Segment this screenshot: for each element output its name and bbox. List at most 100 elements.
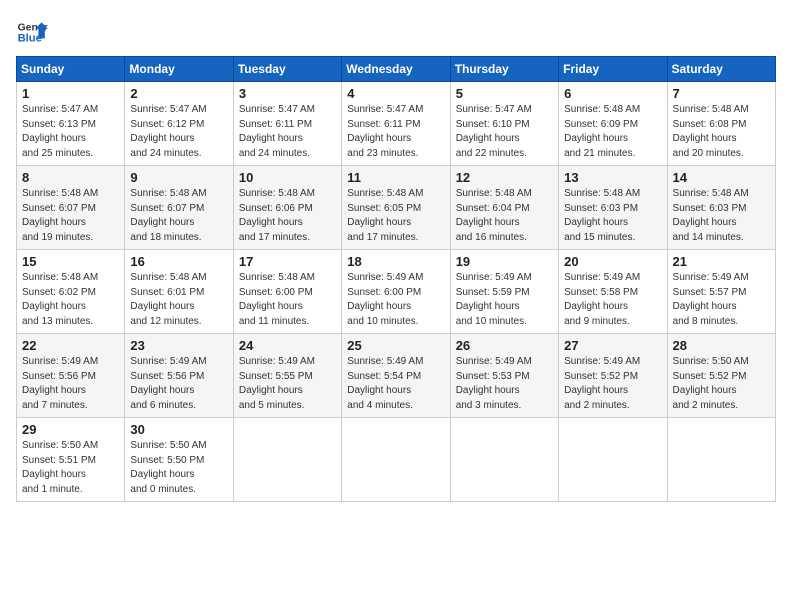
day-detail: Sunrise: 5:49 AMSunset: 5:52 PMDaylight … <box>564 355 661 413</box>
table-row: 18 Sunrise: 5:49 AMSunset: 6:00 PMDayligh… <box>342 250 450 334</box>
day-detail: Sunrise: 5:48 AMSunset: 6:09 PMDaylight … <box>564 103 661 161</box>
day-number: 14 <box>673 170 770 185</box>
day-number: 25 <box>347 338 444 353</box>
day-detail: Sunrise: 5:48 AMSunset: 6:07 PMDaylight … <box>130 187 227 245</box>
day-detail: Sunrise: 5:48 AMSunset: 6:08 PMDaylight … <box>673 103 770 161</box>
day-number: 29 <box>22 422 119 437</box>
day-number: 5 <box>456 86 553 101</box>
day-detail: Sunrise: 5:48 AMSunset: 6:05 PMDaylight … <box>347 187 444 245</box>
day-number: 21 <box>673 254 770 269</box>
table-row: 16Sunrise: 5:48 AMSunset: 6:01 PMDayligh… <box>125 250 233 334</box>
day-detail: Sunrise: 5:50 AMSunset: 5:52 PMDaylight … <box>673 355 770 413</box>
table-row: 1Sunrise: 5:47 AMSunset: 6:13 PMDaylight… <box>17 82 125 166</box>
day-number: 15 <box>22 254 119 269</box>
day-number: 8 <box>22 170 119 185</box>
day-detail: Sunrise: 5:48 AMSunset: 6:02 PMDaylight … <box>22 271 119 329</box>
table-row: 6 Sunrise: 5:48 AMSunset: 6:09 PMDaylight… <box>559 82 667 166</box>
table-row: 7 Sunrise: 5:48 AMSunset: 6:08 PMDaylight… <box>667 82 775 166</box>
calendar-week-row: 22 Sunrise: 5:49 AMSunset: 5:56 PMDayligh… <box>17 334 776 418</box>
table-row: 12 Sunrise: 5:48 AMSunset: 6:04 PMDayligh… <box>450 166 558 250</box>
day-number: 30 <box>130 422 227 437</box>
day-detail: Sunrise: 5:49 AMSunset: 5:56 PMDaylight … <box>22 355 119 413</box>
day-number: 7 <box>673 86 770 101</box>
col-thursday: Thursday <box>450 57 558 82</box>
calendar-week-row: 1Sunrise: 5:47 AMSunset: 6:13 PMDaylight… <box>17 82 776 166</box>
day-number: 13 <box>564 170 661 185</box>
day-detail: Sunrise: 5:48 AMSunset: 6:03 PMDaylight … <box>673 187 770 245</box>
calendar-week-row: 8 Sunrise: 5:48 AMSunset: 6:07 PMDaylight… <box>17 166 776 250</box>
col-friday: Friday <box>559 57 667 82</box>
day-detail: Sunrise: 5:48 AMSunset: 6:07 PMDaylight … <box>22 187 119 245</box>
day-number: 26 <box>456 338 553 353</box>
table-row: 9 Sunrise: 5:48 AMSunset: 6:07 PMDaylight… <box>125 166 233 250</box>
day-number: 16 <box>130 254 227 269</box>
day-detail: Sunrise: 5:48 AMSunset: 6:04 PMDaylight … <box>456 187 553 245</box>
day-detail: Sunrise: 5:49 AMSunset: 6:00 PMDaylight … <box>347 271 444 329</box>
day-number: 2 <box>130 86 227 101</box>
day-detail: Sunrise: 5:48 AMSunset: 6:03 PMDaylight … <box>564 187 661 245</box>
calendar-header-row: Sunday Monday Tuesday Wednesday Thursday… <box>17 57 776 82</box>
day-number: 17 <box>239 254 336 269</box>
table-row: 22 Sunrise: 5:49 AMSunset: 5:56 PMDayligh… <box>17 334 125 418</box>
table-row: 8 Sunrise: 5:48 AMSunset: 6:07 PMDaylight… <box>17 166 125 250</box>
col-saturday: Saturday <box>667 57 775 82</box>
day-detail: Sunrise: 5:49 AMSunset: 5:54 PMDaylight … <box>347 355 444 413</box>
table-row <box>450 418 558 502</box>
table-row: 28 Sunrise: 5:50 AMSunset: 5:52 PMDayligh… <box>667 334 775 418</box>
table-row: 15 Sunrise: 5:48 AMSunset: 6:02 PMDayligh… <box>17 250 125 334</box>
day-number: 23 <box>130 338 227 353</box>
table-row: 23 Sunrise: 5:49 AMSunset: 5:56 PMDayligh… <box>125 334 233 418</box>
col-sunday: Sunday <box>17 57 125 82</box>
logo-icon: General Blue <box>16 16 48 48</box>
day-detail: Sunrise: 5:49 AMSunset: 5:58 PMDaylight … <box>564 271 661 329</box>
day-number: 9 <box>130 170 227 185</box>
day-number: 27 <box>564 338 661 353</box>
day-number: 19 <box>456 254 553 269</box>
calendar-table: Sunday Monday Tuesday Wednesday Thursday… <box>16 56 776 502</box>
table-row: 3Sunrise: 5:47 AMSunset: 6:11 PMDaylight… <box>233 82 341 166</box>
table-row: 14 Sunrise: 5:48 AMSunset: 6:03 PMDayligh… <box>667 166 775 250</box>
day-detail: Sunrise: 5:47 AMSunset: 6:13 PMDaylight … <box>22 103 119 161</box>
day-number: 4 <box>347 86 444 101</box>
calendar-week-row: 15 Sunrise: 5:48 AMSunset: 6:02 PMDayligh… <box>17 250 776 334</box>
day-number: 11 <box>347 170 444 185</box>
table-row: 2 Sunrise: 5:47 AMSunset: 6:12 PMDaylight… <box>125 82 233 166</box>
day-detail: Sunrise: 5:49 AMSunset: 5:57 PMDaylight … <box>673 271 770 329</box>
day-number: 12 <box>456 170 553 185</box>
day-number: 3 <box>239 86 336 101</box>
table-row <box>233 418 341 502</box>
day-number: 20 <box>564 254 661 269</box>
table-row: 29 Sunrise: 5:50 AMSunset: 5:51 PMDayligh… <box>17 418 125 502</box>
calendar-week-row: 29 Sunrise: 5:50 AMSunset: 5:51 PMDayligh… <box>17 418 776 502</box>
table-row: 21 Sunrise: 5:49 AMSunset: 5:57 PMDayligh… <box>667 250 775 334</box>
day-detail: Sunrise: 5:50 AMSunset: 5:51 PMDaylight … <box>22 439 119 497</box>
table-row: 5Sunrise: 5:47 AMSunset: 6:10 PMDaylight… <box>450 82 558 166</box>
table-row: 13 Sunrise: 5:48 AMSunset: 6:03 PMDayligh… <box>559 166 667 250</box>
table-row <box>667 418 775 502</box>
svg-text:Blue: Blue <box>18 33 42 45</box>
day-number: 6 <box>564 86 661 101</box>
table-row: 4 Sunrise: 5:47 AMSunset: 6:11 PMDaylight… <box>342 82 450 166</box>
table-row: 24Sunrise: 5:49 AMSunset: 5:55 PMDayligh… <box>233 334 341 418</box>
table-row: 20 Sunrise: 5:49 AMSunset: 5:58 PMDayligh… <box>559 250 667 334</box>
day-detail: Sunrise: 5:50 AMSunset: 5:50 PMDaylight … <box>130 439 227 497</box>
col-tuesday: Tuesday <box>233 57 341 82</box>
table-row <box>342 418 450 502</box>
table-row <box>559 418 667 502</box>
day-detail: Sunrise: 5:49 AMSunset: 5:55 PMDaylight … <box>239 355 336 413</box>
table-row: 25 Sunrise: 5:49 AMSunset: 5:54 PMDayligh… <box>342 334 450 418</box>
day-detail: Sunrise: 5:47 AMSunset: 6:11 PMDaylight … <box>347 103 444 161</box>
day-detail: Sunrise: 5:49 AMSunset: 5:59 PMDaylight … <box>456 271 553 329</box>
logo: General Blue <box>16 16 48 48</box>
day-detail: Sunrise: 5:48 AMSunset: 6:00 PMDaylight … <box>239 271 336 329</box>
table-row: 26 Sunrise: 5:49 AMSunset: 5:53 PMDayligh… <box>450 334 558 418</box>
day-detail: Sunrise: 5:49 AMSunset: 5:56 PMDaylight … <box>130 355 227 413</box>
day-number: 22 <box>22 338 119 353</box>
col-wednesday: Wednesday <box>342 57 450 82</box>
day-detail: Sunrise: 5:47 AMSunset: 6:12 PMDaylight … <box>130 103 227 161</box>
day-number: 28 <box>673 338 770 353</box>
day-number: 18 <box>347 254 444 269</box>
day-detail: Sunrise: 5:49 AMSunset: 5:53 PMDaylight … <box>456 355 553 413</box>
table-row: 10Sunrise: 5:48 AMSunset: 6:06 PMDayligh… <box>233 166 341 250</box>
table-row: 11 Sunrise: 5:48 AMSunset: 6:05 PMDayligh… <box>342 166 450 250</box>
